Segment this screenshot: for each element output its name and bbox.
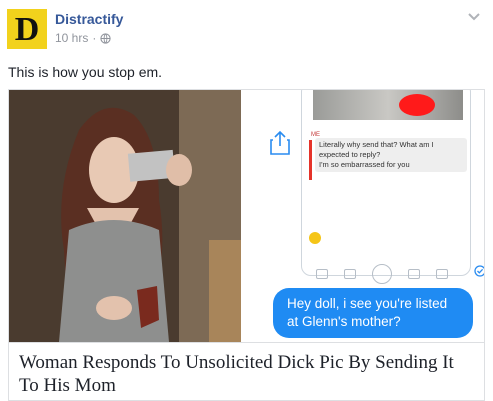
quote-bar — [309, 140, 312, 180]
meta-separator: · — [92, 31, 97, 45]
chat-message-text-2: I'm so embarrassed for you — [319, 160, 410, 169]
chat-message-gray: Literally why send that? What am I expec… — [315, 138, 467, 172]
link-caption[interactable]: Woman Responds To Unsolicited Dick Pic B… — [9, 342, 484, 400]
page-name-link[interactable]: Distractify — [55, 11, 123, 27]
facebook-post: D Distractify 10 hrs · This is how you s… — [0, 0, 493, 401]
share-icon — [270, 130, 290, 155]
timestamp-link[interactable]: 10 hrs — [55, 31, 88, 45]
emoji-icon — [309, 232, 321, 244]
phone-icon — [344, 269, 356, 279]
capture-icon — [372, 264, 392, 284]
video-icon — [408, 269, 420, 279]
globe-icon — [100, 32, 111, 44]
link-preview-card[interactable]: ME Literally why send that? What am I ex… — [8, 89, 485, 401]
logo-letter: D — [14, 11, 40, 48]
chevron-down-icon[interactable] — [467, 12, 481, 22]
page-avatar[interactable]: D — [7, 9, 47, 49]
check-icon — [474, 265, 484, 277]
selfie-photo — [9, 90, 241, 342]
post-meta: 10 hrs · — [55, 31, 111, 45]
chat-toolbar — [316, 264, 466, 284]
link-headline[interactable]: Woman Responds To Unsolicited Dick Pic B… — [19, 351, 474, 397]
emoji-picker-icon — [436, 269, 448, 279]
link-thumbnail[interactable]: ME Literally why send that? What am I ex… — [9, 90, 484, 342]
post-text: This is how you stop em. — [8, 64, 163, 80]
chat-screenshot: ME Literally why send that? What am I ex… — [241, 90, 484, 342]
chat-message-text: Literally why send that? What am I expec… — [319, 140, 434, 159]
censored-photo — [313, 90, 463, 120]
image-icon — [316, 269, 328, 279]
chat-message-blue: Hey doll, i see you're listed at Glenn's… — [273, 288, 473, 338]
censor-blob — [399, 94, 435, 116]
